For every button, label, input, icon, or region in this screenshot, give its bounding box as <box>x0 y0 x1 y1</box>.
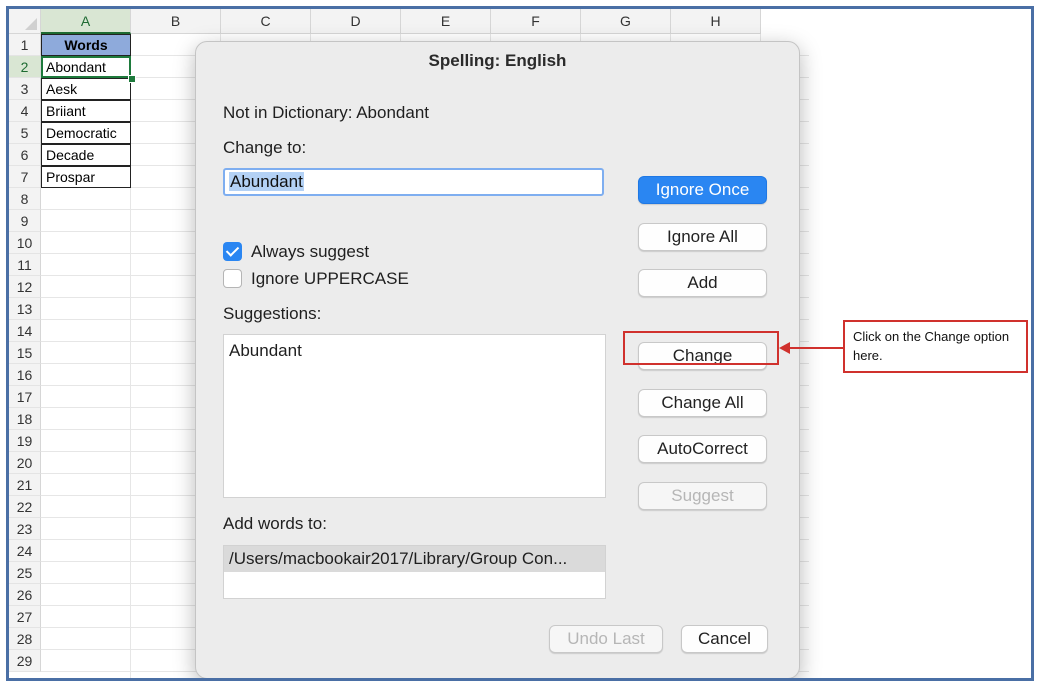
callout-arrow-line <box>789 347 845 349</box>
row-header-28[interactable]: 28 <box>9 628 41 650</box>
select-all-corner[interactable] <box>9 9 41 34</box>
row-header-12[interactable]: 12 <box>9 276 41 298</box>
row-header-25[interactable]: 25 <box>9 562 41 584</box>
row-header-4[interactable]: 4 <box>9 100 41 122</box>
not-in-dictionary-label: Not in Dictionary: Abondant <box>223 103 430 122</box>
suggest-button[interactable]: Suggest <box>638 482 767 510</box>
fill-handle[interactable] <box>128 75 136 83</box>
row-header-1[interactable]: 1 <box>9 34 41 56</box>
row-header-2[interactable]: 2 <box>9 56 41 78</box>
ignore-uppercase-label: Ignore UPPERCASE <box>251 269 409 288</box>
column-header-h[interactable]: H <box>671 9 761 34</box>
row-header-11[interactable]: 11 <box>9 254 41 276</box>
row-header-9[interactable]: 9 <box>9 210 41 232</box>
autocorrect-button[interactable]: AutoCorrect <box>638 435 767 463</box>
row-header-22[interactable]: 22 <box>9 496 41 518</box>
add-words-label: Add words to: <box>223 514 327 533</box>
cancel-button[interactable]: Cancel <box>681 625 768 653</box>
cell-a3[interactable]: Aesk <box>41 78 131 100</box>
row-header-21[interactable]: 21 <box>9 474 41 496</box>
row-header-20[interactable]: 20 <box>9 452 41 474</box>
column-header-a[interactable]: A <box>41 9 131 34</box>
column-header-c[interactable]: C <box>221 9 311 34</box>
column-header-f[interactable]: F <box>491 9 581 34</box>
change-to-value: Abundant <box>229 172 304 191</box>
column-header-e[interactable]: E <box>401 9 491 34</box>
row-header-15[interactable]: 15 <box>9 342 41 364</box>
undo-last-button[interactable]: Undo Last <box>549 625 663 653</box>
list-item[interactable]: Abundant <box>229 341 302 361</box>
row-header-18[interactable]: 18 <box>9 408 41 430</box>
row-header-3[interactable]: 3 <box>9 78 41 100</box>
row-header-14[interactable]: 14 <box>9 320 41 342</box>
row-header-10[interactable]: 10 <box>9 232 41 254</box>
row-header-17[interactable]: 17 <box>9 386 41 408</box>
cell-a5[interactable]: Democratic <box>41 122 131 144</box>
cell-a1-header[interactable]: Words <box>41 34 131 56</box>
dictionary-path-item[interactable]: /Users/macbookair2017/Library/Group Con.… <box>224 546 605 572</box>
callout-note: Click on the Change option here. <box>843 320 1028 373</box>
row-header-8[interactable]: 8 <box>9 188 41 210</box>
row-header-13[interactable]: 13 <box>9 298 41 320</box>
row-header-6[interactable]: 6 <box>9 144 41 166</box>
always-suggest-label: Always suggest <box>251 242 370 261</box>
cell-a2[interactable]: Abondant <box>41 56 131 78</box>
row-header-26[interactable]: 26 <box>9 584 41 606</box>
cell-a7[interactable]: Prospar <box>41 166 131 188</box>
ignore-all-button[interactable]: Ignore All <box>638 223 767 251</box>
row-header-24[interactable]: 24 <box>9 540 41 562</box>
row-header-19[interactable]: 19 <box>9 430 41 452</box>
dialog-title: Spelling: English <box>428 51 567 70</box>
row-header-27[interactable]: 27 <box>9 606 41 628</box>
ignore-uppercase-checkbox[interactable] <box>223 269 242 288</box>
change-all-button[interactable]: Change All <box>638 389 767 417</box>
cell-a6[interactable]: Decade <box>41 144 131 166</box>
column-header-g[interactable]: G <box>581 9 671 34</box>
change-highlight-box <box>623 331 779 365</box>
ignore-once-button[interactable]: Ignore Once <box>638 176 767 204</box>
row-header-23[interactable]: 23 <box>9 518 41 540</box>
change-to-input[interactable]: Abundant <box>223 168 604 196</box>
suggestions-list[interactable]: Abundant <box>223 334 606 498</box>
add-button[interactable]: Add <box>638 269 767 297</box>
suggestions-label: Suggestions: <box>223 304 322 323</box>
row-header-5[interactable]: 5 <box>9 122 41 144</box>
arrow-left-icon <box>779 342 790 354</box>
row-header-29[interactable]: 29 <box>9 650 41 672</box>
always-suggest-checkbox[interactable] <box>223 242 242 261</box>
column-header-d[interactable]: D <box>311 9 401 34</box>
screenshot-frame: ABCDEFGH 1 2 3 4 5 6 7 8 9 10 11 12 13 14 15 16 17 18 19 20… <box>6 6 1034 681</box>
row-header-16[interactable]: 16 <box>9 364 41 386</box>
row-header-7[interactable]: 7 <box>9 166 41 188</box>
cell-a4[interactable]: Briiant <box>41 100 131 122</box>
dictionary-list[interactable]: /Users/macbookair2017/Library/Group Con.… <box>223 545 606 599</box>
change-to-label: Change to: <box>223 138 307 157</box>
column-header-b[interactable]: B <box>131 9 221 34</box>
